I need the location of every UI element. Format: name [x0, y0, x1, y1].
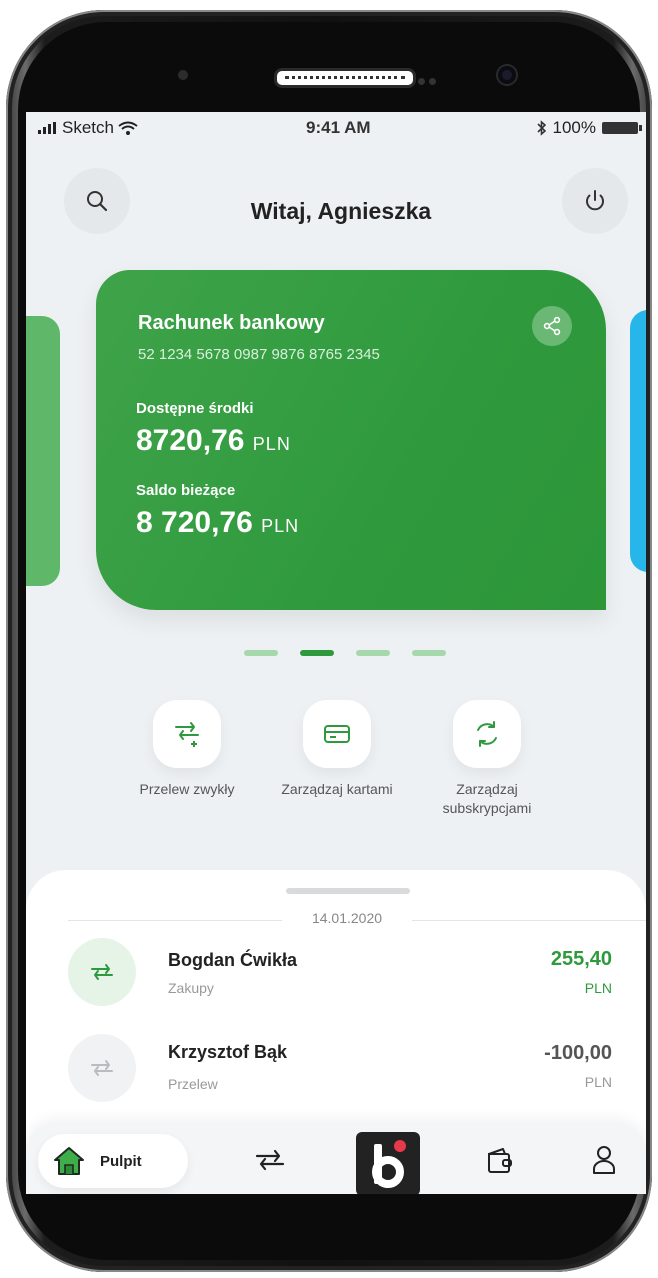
quick-actions: Przelew zwykły Zarządzaj kartami Zarządz… — [122, 700, 552, 818]
transaction-amount: -100,00 — [544, 1042, 612, 1064]
subscriptions-label: Zarządzaj subskrypcjami — [442, 781, 532, 816]
transaction-row[interactable]: Krzysztof Bąk Przelew -100,00 PLN — [26, 1034, 646, 1124]
available-amount-value: 8720,76 — [136, 424, 245, 457]
account-title: Rachunek bankowy — [138, 312, 325, 334]
transfer-icon — [91, 1060, 113, 1076]
pager-dot[interactable] — [244, 650, 278, 656]
subscriptions-button[interactable] — [453, 700, 521, 768]
status-bar: Sketch 9:41 AM 100% — [26, 112, 646, 142]
card-pager — [244, 650, 446, 656]
earpiece-speaker — [274, 68, 416, 88]
transaction-amount: 255,40 — [550, 948, 612, 970]
transaction-avatar — [68, 1034, 136, 1102]
cards-action[interactable]: Zarządzaj kartami — [272, 700, 402, 818]
transaction-row[interactable]: Bogdan Ćwikła Zakupy 255,40 PLN — [26, 938, 646, 1028]
front-camera — [498, 66, 516, 84]
carrier-label: Sketch — [62, 118, 114, 137]
tab-transfers[interactable] — [248, 1140, 292, 1180]
blik-logo-button[interactable] — [356, 1132, 420, 1194]
available-currency: PLN — [252, 434, 291, 454]
app-screen: Sketch 9:41 AM 100% Witaj, Agnieszka Rac… — [26, 112, 646, 1194]
account-number: 52 1234 5678 0987 9876 8765 2345 — [138, 346, 380, 363]
sheet-handle[interactable] — [286, 888, 410, 894]
phone-frame: Sketch 9:41 AM 100% Witaj, Agnieszka Rac… — [6, 10, 652, 1272]
account-card[interactable]: Rachunek bankowy 52 1234 5678 0987 9876 … — [96, 270, 606, 610]
transaction-name: Bogdan Ćwikła — [168, 950, 298, 970]
transfer-action[interactable]: Przelew zwykły — [122, 700, 252, 818]
logout-button[interactable] — [562, 168, 628, 234]
refresh-icon — [477, 721, 497, 747]
balance-amount-value: 8 720,76 — [136, 506, 253, 539]
previous-account-card[interactable] — [26, 316, 60, 586]
available-funds-label: Dostępne środki — [136, 400, 254, 417]
transfer-icon — [255, 1149, 285, 1171]
transaction-currency: PLN — [584, 1074, 612, 1090]
share-icon — [543, 316, 561, 336]
subscriptions-action[interactable]: Zarządzaj subskrypcjami — [422, 700, 552, 818]
balance-amount: 8 720,76 PLN — [136, 506, 299, 540]
signal-icon — [38, 122, 56, 134]
available-funds-amount: 8720,76 PLN — [136, 424, 291, 458]
transfer-icon — [91, 964, 113, 980]
home-icon — [54, 1147, 84, 1175]
transaction-name: Krzysztof Bąk — [168, 1042, 288, 1062]
transfer-label: Przelew zwykły — [139, 781, 235, 797]
next-account-card[interactable] — [630, 310, 646, 572]
bottom-tab-bar: Pulpit — [26, 1122, 646, 1194]
cards-label: Zarządzaj kartami — [281, 781, 393, 797]
transfer-plus-icon — [175, 722, 199, 747]
sensor — [178, 70, 188, 80]
card-icon — [324, 725, 350, 743]
transaction-date: 14.01.2020 — [282, 910, 412, 926]
proximity-sensor — [418, 72, 446, 85]
transaction-currency: PLN — [584, 980, 612, 996]
transaction-avatar — [68, 938, 136, 1006]
bluetooth-icon — [536, 120, 546, 136]
tab-pulpit[interactable]: Pulpit — [38, 1134, 188, 1188]
tab-profile[interactable] — [582, 1140, 626, 1180]
transfer-button[interactable] — [153, 700, 221, 768]
pager-dot[interactable] — [412, 650, 446, 656]
battery-percent: 100% — [552, 118, 596, 137]
transaction-type: Zakupy — [168, 980, 214, 996]
clock: 9:41 AM — [306, 118, 371, 137]
pager-dot[interactable] — [356, 650, 390, 656]
battery-icon — [602, 122, 642, 134]
wallet-icon — [488, 1148, 512, 1173]
tab-wallet[interactable] — [478, 1140, 522, 1180]
power-icon — [586, 190, 604, 211]
tab-pulpit-label: Pulpit — [100, 1152, 142, 1170]
share-button[interactable] — [532, 306, 572, 346]
blik-logo-icon — [372, 1140, 406, 1188]
pager-dot-active[interactable] — [300, 650, 334, 656]
user-icon — [593, 1146, 615, 1174]
balance-label: Saldo bieżące — [136, 482, 236, 499]
transaction-type: Przelew — [168, 1076, 218, 1092]
greeting-title: Witaj, Agnieszka — [250, 198, 432, 224]
balance-currency: PLN — [261, 516, 300, 536]
cards-button[interactable] — [303, 700, 371, 768]
wifi-icon — [118, 121, 138, 135]
